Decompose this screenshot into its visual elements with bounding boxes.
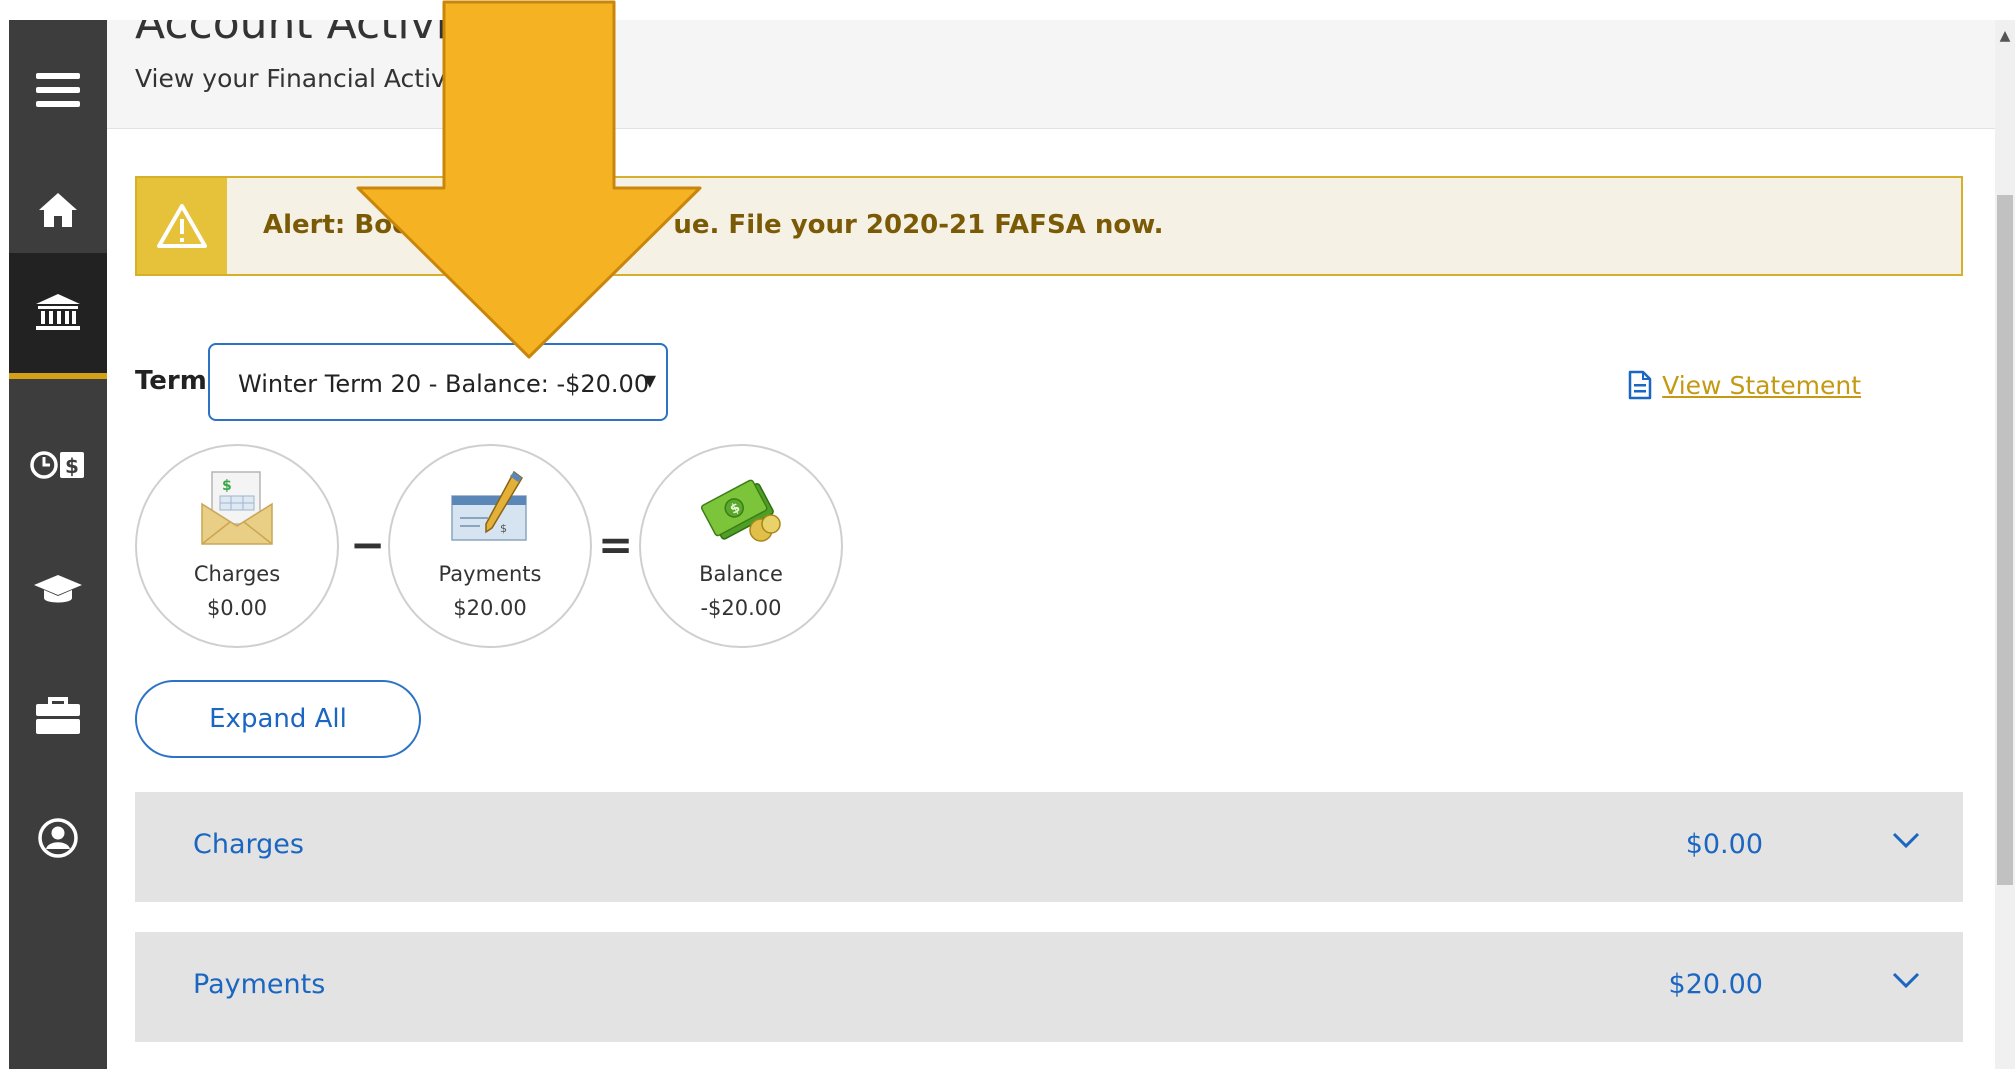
chevron-down-icon: ▼ (643, 371, 656, 390)
accordion-charges-label: Charges (193, 829, 304, 860)
alert-text-end: ue. File your 2020-21 FAFSA now. (673, 210, 1164, 240)
minus-operator: − (350, 520, 386, 569)
alert-icon-box (137, 178, 227, 274)
left-edge (0, 20, 9, 1069)
accordion-payments-label: Payments (193, 969, 326, 1000)
charges-summary-value: $0.00 (206, 596, 268, 620)
sidebar-item-payment-plans[interactable]: $ (9, 415, 107, 515)
alert-label: Alert: (263, 210, 346, 240)
balance-summary-label: Balance (699, 562, 783, 586)
menu-button[interactable] (9, 40, 107, 140)
page-subtitle: View your Financial Activity (135, 64, 478, 93)
bank-icon (36, 294, 80, 330)
money-icon: $ (700, 479, 781, 542)
view-statement-label: View Statement (1662, 370, 1861, 400)
chevron-down-icon (1892, 972, 1920, 989)
accordion-charges-amount: $0.00 (1685, 829, 1763, 860)
top-strip (0, 0, 2015, 22)
balance-summary: $ Balance -$20.00 (639, 444, 843, 648)
accordion-payments[interactable]: Payments $20.00 (135, 932, 1963, 1042)
chevron-down-icon (1892, 832, 1920, 849)
scroll-thumb[interactable] (1997, 195, 2013, 885)
charges-summary: $ Charges $0.00 (135, 444, 339, 648)
svg-text:$: $ (222, 478, 232, 494)
vertical-scrollbar[interactable]: ▲ (1995, 20, 2015, 1069)
payments-summary-label: Payments (438, 562, 542, 586)
payments-summary-value: $20.00 (453, 596, 527, 620)
sidebar-item-profile[interactable] (9, 788, 107, 888)
alert-text-start: Book (354, 210, 428, 240)
graduation-cap-icon (34, 575, 82, 603)
payment-plan-icon: $ (30, 451, 84, 479)
sidebar-item-financial-aid[interactable] (9, 540, 107, 640)
warning-icon (157, 204, 207, 248)
sidebar-item-home[interactable] (9, 160, 107, 260)
main-content: Account Activity View your Financial Act… (107, 20, 1995, 1069)
scroll-up-arrow-icon[interactable]: ▲ (1995, 28, 2015, 44)
alert-banner: Alert: Book ue. File your 2020-21 FAFSA … (135, 176, 1963, 276)
alert-message: Alert: Book ue. File your 2020-21 FAFSA … (263, 210, 1163, 240)
sidebar-item-work[interactable] (9, 665, 107, 765)
balance-summary-value: -$20.00 (700, 596, 782, 620)
menu-icon (36, 73, 80, 107)
term-label: Term (135, 366, 207, 396)
document-icon (1628, 370, 1652, 400)
accordion-charges[interactable]: Charges $0.00 (135, 792, 1963, 902)
svg-text:$: $ (500, 522, 507, 535)
page-title: Account Activity (135, 20, 492, 49)
accordion-payments-amount: $20.00 (1668, 969, 1763, 1000)
term-selected-value: Winter Term 20 - Balance: -$20.00 (238, 370, 650, 398)
briefcase-icon (36, 697, 80, 734)
equals-operator: = (598, 520, 634, 569)
payments-summary: $ Payments $20.00 (388, 444, 592, 648)
check-pen-icon: $ (451, 470, 527, 541)
sidebar-item-account[interactable] (9, 253, 107, 379)
home-icon (39, 193, 77, 227)
user-icon (38, 818, 78, 858)
view-statement-link[interactable]: View Statement (1628, 370, 1861, 400)
term-select[interactable]: Winter Term 20 - Balance: -$20.00 ▼ (208, 343, 668, 421)
charges-summary-label: Charges (193, 562, 281, 586)
sidebar: $ (9, 20, 107, 1069)
page-header: Account Activity View your Financial Act… (107, 20, 1995, 129)
expand-all-button[interactable]: Expand All (135, 680, 421, 758)
invoice-envelope-icon: $ (201, 471, 273, 545)
svg-text:$: $ (65, 454, 79, 478)
